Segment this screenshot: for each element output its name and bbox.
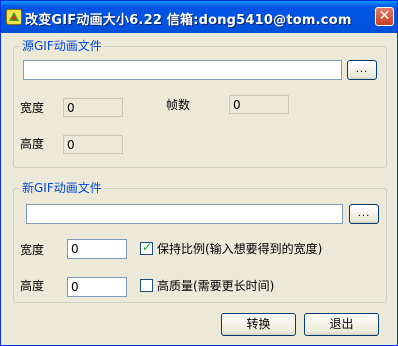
title-bar[interactable]: 改变GIF动画大小6.22 信箱:dong5410@tom.com ✕ (1, 1, 397, 33)
window-title: 改变GIF动画大小6.22 信箱:dong5410@tom.com (25, 13, 352, 28)
convert-button[interactable]: 转换 (221, 313, 296, 336)
checkmark-icon: ✓ (142, 240, 153, 254)
source-group-label: 源GIF动画文件 (20, 39, 104, 53)
source-width-field: 0 (63, 98, 123, 117)
target-height-label: 高度 (20, 279, 45, 293)
target-height-input[interactable] (67, 277, 127, 297)
source-browse-button[interactable]: ... (347, 60, 377, 80)
target-width-input[interactable] (67, 239, 127, 259)
target-path-input[interactable] (26, 204, 343, 224)
high-quality-checkbox[interactable] (140, 279, 153, 292)
source-height-label: 高度 (20, 137, 45, 151)
source-frames-label: 帧数 (166, 98, 191, 112)
gif-app-icon (6, 9, 22, 25)
target-browse-button[interactable]: ... (349, 204, 379, 224)
source-width-label: 宽度 (20, 101, 45, 115)
keep-ratio-label[interactable]: 保持比例(输入想要得到的宽度) (157, 242, 322, 256)
target-group-label: 新GIF动画文件 (20, 181, 104, 195)
source-path-input[interactable] (23, 60, 342, 80)
main-window: 改变GIF动画大小6.22 信箱:dong5410@tom.com ✕ 源GIF… (0, 0, 398, 346)
close-icon: ✕ (378, 8, 391, 24)
high-quality-label[interactable]: 高质量(需要更长时间) (157, 279, 274, 293)
exit-button[interactable]: 退出 (304, 313, 379, 336)
source-height-field: 0 (63, 135, 123, 154)
keep-ratio-checkbox[interactable]: ✓ (140, 240, 153, 255)
target-width-label: 宽度 (20, 243, 45, 257)
source-frames-field: 0 (229, 95, 289, 114)
close-button[interactable]: ✕ (375, 7, 394, 26)
